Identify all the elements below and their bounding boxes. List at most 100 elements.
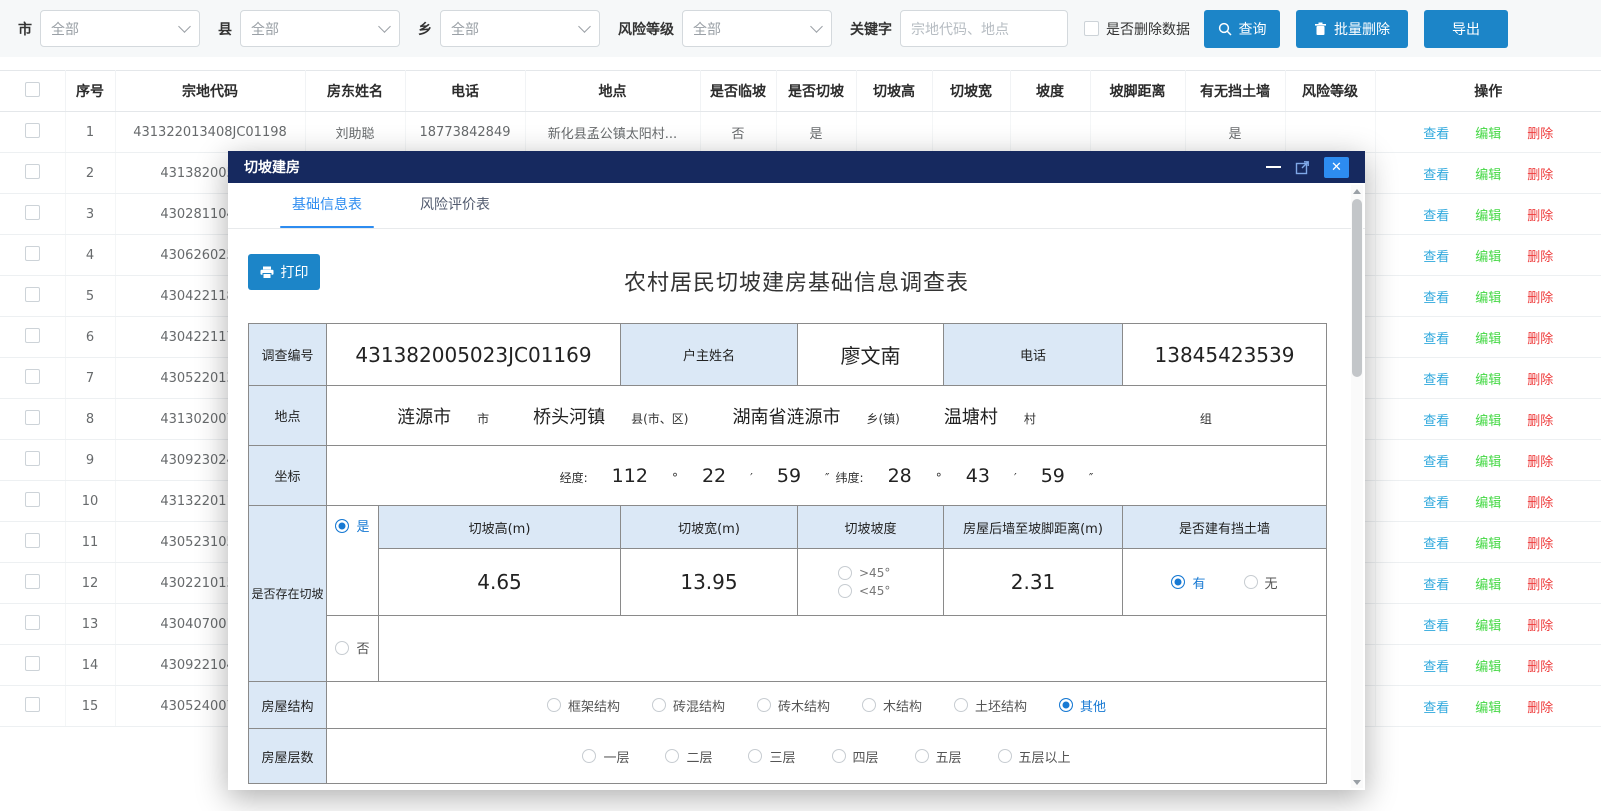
floors-3-radio[interactable] — [748, 749, 762, 763]
edit-link[interactable]: 编辑 — [1475, 455, 1501, 470]
row-checkbox[interactable] — [25, 410, 40, 425]
edit-link[interactable]: 编辑 — [1475, 127, 1501, 142]
structure-brick-wood-radio[interactable] — [757, 698, 771, 712]
edit-link[interactable]: 编辑 — [1475, 414, 1501, 429]
view-link[interactable]: 查看 — [1423, 496, 1449, 511]
view-link[interactable]: 查看 — [1423, 209, 1449, 224]
retaining-wall-cell: 有 无 — [1123, 549, 1327, 616]
township-select[interactable]: 全部 — [440, 10, 600, 47]
edit-link[interactable]: 编辑 — [1475, 209, 1501, 224]
scroll-down-icon[interactable] — [1351, 776, 1363, 788]
structure-other-radio[interactable] — [1059, 698, 1073, 712]
view-link[interactable]: 查看 — [1423, 127, 1449, 142]
edit-link[interactable]: 编辑 — [1475, 291, 1501, 306]
view-link[interactable]: 查看 — [1423, 291, 1449, 306]
floors-5-radio[interactable] — [915, 749, 929, 763]
risk-level-select[interactable]: 全部 — [682, 10, 832, 47]
row-checkbox[interactable] — [25, 533, 40, 548]
structure-brick-concrete-radio[interactable] — [652, 698, 666, 712]
row-checkbox[interactable] — [25, 328, 40, 343]
angle-gt45-radio[interactable] — [838, 566, 852, 580]
county-select[interactable]: 全部 — [240, 10, 400, 47]
floors-1-radio[interactable] — [582, 749, 596, 763]
delete-link[interactable]: 删除 — [1527, 455, 1553, 470]
print-button[interactable]: 打印 — [248, 254, 320, 290]
angle-lt45-radio[interactable] — [838, 584, 852, 598]
edit-link[interactable]: 编辑 — [1475, 168, 1501, 183]
view-link[interactable]: 查看 — [1423, 701, 1449, 716]
tab-risk-evaluation[interactable]: 风险评价表 — [420, 194, 490, 228]
delete-link[interactable]: 删除 — [1527, 414, 1553, 429]
structure-adobe-radio[interactable] — [954, 698, 968, 712]
export-button[interactable]: 导出 — [1424, 10, 1508, 48]
slope-no-radio[interactable] — [335, 641, 349, 655]
scrollbar-thumb[interactable] — [1352, 199, 1362, 377]
view-link[interactable]: 查看 — [1423, 578, 1449, 593]
row-checkbox[interactable] — [25, 246, 40, 261]
row-checkbox[interactable] — [25, 451, 40, 466]
row-checkbox[interactable] — [25, 287, 40, 302]
delete-link[interactable]: 删除 — [1527, 619, 1553, 634]
delete-link[interactable]: 删除 — [1527, 578, 1553, 593]
slope-yes-cell: 是 — [327, 506, 379, 616]
delete-link[interactable]: 删除 — [1527, 332, 1553, 347]
row-checkbox[interactable] — [25, 574, 40, 589]
structure-wood-radio[interactable] — [862, 698, 876, 712]
row-checkbox[interactable] — [25, 123, 40, 138]
delete-link[interactable]: 删除 — [1527, 701, 1553, 716]
view-link[interactable]: 查看 — [1423, 373, 1449, 388]
edit-link[interactable]: 编辑 — [1475, 578, 1501, 593]
wall-no-radio[interactable] — [1244, 575, 1258, 589]
delete-link[interactable]: 删除 — [1527, 373, 1553, 388]
delete-link[interactable]: 删除 — [1527, 291, 1553, 306]
deleted-data-checkbox[interactable] — [1084, 21, 1099, 36]
city-select[interactable]: 全部 — [40, 10, 200, 47]
structure-frame-radio[interactable] — [547, 698, 561, 712]
edit-link[interactable]: 编辑 — [1475, 537, 1501, 552]
keyword-input[interactable] — [900, 10, 1068, 47]
view-link[interactable]: 查看 — [1423, 537, 1449, 552]
view-link[interactable]: 查看 — [1423, 414, 1449, 429]
row-checkbox[interactable] — [25, 369, 40, 384]
delete-link[interactable]: 删除 — [1527, 168, 1553, 183]
row-checkbox[interactable] — [25, 656, 40, 671]
delete-link[interactable]: 删除 — [1527, 250, 1553, 265]
floors-4-radio[interactable] — [832, 749, 846, 763]
minimize-icon[interactable] — [1266, 166, 1281, 168]
row-checkbox[interactable] — [25, 615, 40, 630]
row-checkbox[interactable] — [25, 164, 40, 179]
close-icon[interactable]: ✕ — [1324, 157, 1349, 178]
edit-link[interactable]: 编辑 — [1475, 496, 1501, 511]
wall-yes-radio[interactable] — [1171, 575, 1185, 589]
row-checkbox[interactable] — [25, 205, 40, 220]
edit-link[interactable]: 编辑 — [1475, 250, 1501, 265]
edit-link[interactable]: 编辑 — [1475, 701, 1501, 716]
tab-basic-info[interactable]: 基础信息表 — [292, 194, 362, 228]
batch-delete-button[interactable]: 批量删除 — [1296, 10, 1408, 48]
scroll-up-icon[interactable] — [1351, 185, 1363, 197]
floors-2-radio[interactable] — [665, 749, 679, 763]
maximize-icon[interactable] — [1295, 160, 1310, 175]
floors-5plus-radio[interactable] — [998, 749, 1012, 763]
row-checkbox-cell — [0, 276, 65, 317]
view-link[interactable]: 查看 — [1423, 619, 1449, 634]
row-checkbox[interactable] — [25, 492, 40, 507]
edit-link[interactable]: 编辑 — [1475, 660, 1501, 675]
delete-link[interactable]: 删除 — [1527, 496, 1553, 511]
view-link[interactable]: 查看 — [1423, 455, 1449, 470]
delete-link[interactable]: 删除 — [1527, 209, 1553, 224]
view-link[interactable]: 查看 — [1423, 660, 1449, 675]
row-checkbox[interactable] — [25, 697, 40, 712]
query-button[interactable]: 查询 — [1204, 10, 1280, 48]
slope-yes-radio[interactable] — [335, 519, 349, 533]
edit-link[interactable]: 编辑 — [1475, 332, 1501, 347]
edit-link[interactable]: 编辑 — [1475, 619, 1501, 634]
view-link[interactable]: 查看 — [1423, 168, 1449, 183]
edit-link[interactable]: 编辑 — [1475, 373, 1501, 388]
view-link[interactable]: 查看 — [1423, 250, 1449, 265]
view-link[interactable]: 查看 — [1423, 332, 1449, 347]
delete-link[interactable]: 删除 — [1527, 660, 1553, 675]
delete-link[interactable]: 删除 — [1527, 127, 1553, 142]
delete-link[interactable]: 删除 — [1527, 537, 1553, 552]
select-all-checkbox[interactable] — [25, 82, 40, 97]
